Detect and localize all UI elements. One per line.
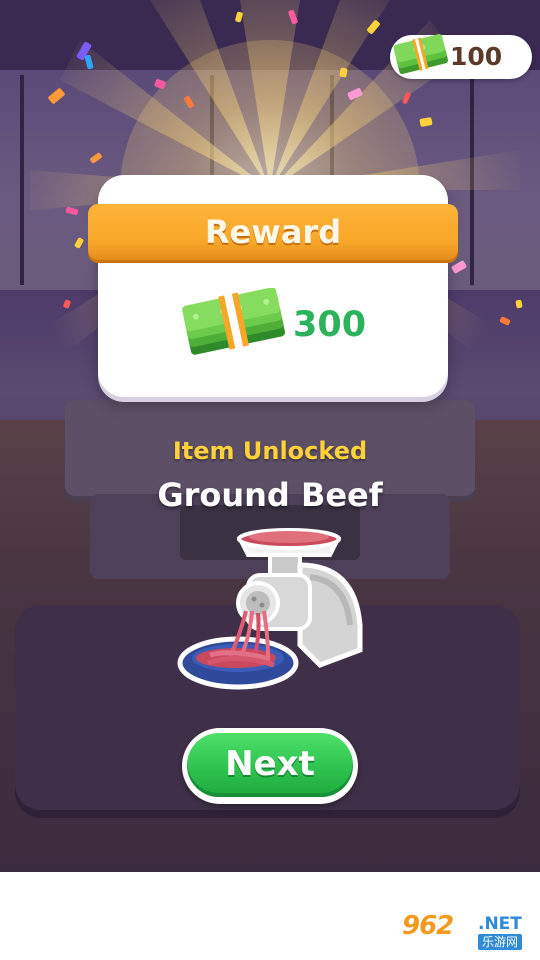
reward-banner: Reward — [88, 204, 458, 260]
confetti-piece — [515, 299, 523, 309]
watermark-main: 962 — [402, 911, 454, 941]
cash-stack-icon — [393, 34, 449, 74]
watermark-sub: 乐游网 — [478, 934, 523, 950]
reward-title: Reward — [204, 213, 342, 251]
meat-grinder-icon — [177, 528, 363, 690]
item-name: Ground Beef — [157, 476, 383, 514]
item-unlocked-label: Item Unlocked — [172, 437, 368, 465]
reward-amount: 300 — [293, 305, 367, 345]
currency-value: 100 — [450, 42, 503, 71]
next-button[interactable]: Next — [182, 728, 358, 804]
watermark-net: .NET — [478, 914, 522, 934]
watermark-logo: 962 .NET 乐游网 — [398, 910, 538, 956]
cash-stack-icon — [182, 288, 285, 355]
next-button-label: Next — [225, 744, 315, 784]
next-button-face[interactable]: Next — [187, 733, 353, 797]
currency-counter: 100 — [390, 34, 532, 79]
